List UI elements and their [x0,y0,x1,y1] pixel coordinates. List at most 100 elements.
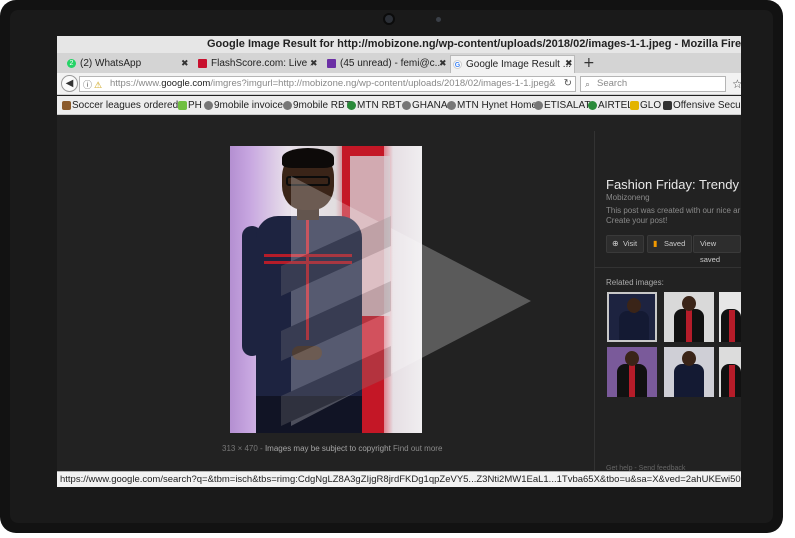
saved-button[interactable]: ▮ Saved [647,235,693,253]
bookmark-item[interactable]: PH [178,96,202,114]
result-site[interactable]: Mobizoneng [606,193,650,202]
bookmark-item[interactable]: 9mobile RBT [283,96,351,114]
url-path: /imgres?imgurl=http://mobizone.ng/wp-con… [210,78,556,89]
bookmark-item[interactable]: MTN RBT [347,96,401,114]
tab-label: (45 unread) - femi@c... [340,58,440,69]
bookmark-item[interactable]: GHANA [402,96,448,114]
tab-label: Google Image Result ... [466,59,572,70]
bookmark-item[interactable]: Soccer leagues ordered... [62,96,187,114]
warning-icon[interactable]: ⚠ [94,78,102,91]
globe-icon [534,101,543,110]
close-tab-icon[interactable]: ✖ [565,55,573,73]
url-bar[interactable]: ⓘ ⚠ https://www.google.com/imgres?imgurl… [79,76,576,92]
bookmark-label: 9mobile invoice [214,100,283,111]
bookmark-item[interactable]: MTN Hynet Home [447,96,538,114]
bookmark-label: ETISALAT [544,100,591,111]
globe-icon [447,101,456,110]
navigation-bar: ◀ ⓘ ⚠ https://www.google.com/imgres?imgu… [57,73,741,95]
search-input[interactable]: ⌕ Search [580,76,726,92]
search-placeholder: Search [597,78,628,89]
related-image-thumb[interactable] [719,292,741,342]
bookmark-star-icon[interactable]: ☆ [732,77,741,91]
panel-separator [594,267,741,268]
image-viewer: 313 × 470 - Images may be subject to cop… [57,116,741,472]
photo-hair [282,148,334,168]
bookmark-label: 9mobile RBT [293,100,351,111]
related-image-thumb[interactable] [664,347,714,397]
bookmark-icon: ▮ [653,239,658,248]
caption-separator: - [260,444,263,453]
photo-glasses [286,176,330,186]
front-camera [383,13,395,25]
bookmark-icon [630,101,639,110]
bookmark-item[interactable]: AIRTEL [588,96,633,114]
view-saved-button[interactable]: View saved [693,235,741,264]
related-images-label: Related images: [606,278,664,287]
find-out-more-link[interactable]: Find out more [393,444,442,453]
thumb-accent [729,365,735,397]
reload-icon[interactable]: ↻ [564,77,572,91]
browser-screen: Google Image Result for http://mobizone.… [57,36,741,487]
visit-label: Visit [623,239,638,248]
bookmarks-toolbar: Soccer leagues ordered... PH 9mobile inv… [57,96,741,115]
related-image-thumb[interactable] [607,292,657,342]
bookmark-label: MTN Hynet Home [457,100,538,111]
main-image[interactable] [230,146,422,433]
light-sensor [436,17,441,22]
related-image-thumb[interactable] [664,292,714,342]
panel-divider [594,131,595,471]
saved-label: Saved [664,239,686,248]
info-icon[interactable]: ⓘ [83,78,92,91]
google-icon: G [453,60,462,69]
bookmark-icon [62,101,71,110]
new-tab-icon[interactable]: + [583,55,595,71]
tab-bar: 2 (2) WhatsApp ✖ FlashScore.com: Live ..… [57,53,741,73]
close-tab-icon[interactable]: ✖ [439,55,447,73]
tab-google-image[interactable]: G Google Image Result ... [450,55,575,73]
back-button[interactable]: ◀ [61,75,78,92]
result-title[interactable]: Fashion Friday: Trendy [606,177,739,192]
bookmark-label: PH [188,100,202,111]
bookmark-label: Soccer leagues ordered... [72,100,187,111]
bookmark-label: GHANA [412,100,448,111]
result-description: This post was created with our nice ar C… [606,206,740,226]
related-image-thumb[interactable] [719,347,741,397]
related-image-thumb[interactable] [607,347,657,397]
close-tab-icon[interactable]: ✖ [310,55,318,73]
globe-icon [402,101,411,110]
tab-mail[interactable]: (45 unread) - femi@c... [325,55,440,73]
globe-icon: ⊕ [612,239,619,248]
bookmark-icon [588,101,597,110]
bookmark-label: Offensive Securit [673,100,741,111]
tablet-frame: Google Image Result for http://mobizone.… [0,0,783,533]
thumb-accent [729,310,735,342]
tab-flashscore[interactable]: FlashScore.com: Live ... [196,55,311,73]
bookmark-label: AIRTEL [598,100,633,111]
copyright-notice: Images may be subject to copyright [264,444,391,453]
bookmark-item[interactable]: GLO [630,96,662,114]
search-icon: ⌕ [585,79,591,89]
back-arrow-icon: ◀ [65,78,74,89]
bookmark-label: GLO [640,100,662,111]
description-line: Create your post! [606,216,668,225]
flashscore-icon [198,59,207,68]
thumb-body [619,311,649,340]
bookmark-icon [178,101,187,110]
tab-whatsapp[interactable]: 2 (2) WhatsApp [65,55,190,73]
thumb-accent [629,365,635,397]
bookmark-item[interactable]: ETISALAT [534,96,591,114]
url-prefix: https://www. [110,78,162,89]
photo-placket [306,220,309,340]
photo-trousers [256,396,362,433]
close-tab-icon[interactable]: ✖ [181,55,189,73]
visit-button[interactable]: ⊕ Visit [606,235,645,253]
thumb-head [682,351,696,366]
url-host: google.com [161,78,211,89]
globe-icon [204,101,213,110]
bookmark-icon [663,101,672,110]
thumb-head [627,298,641,313]
bookmark-item[interactable]: Offensive Securit [663,96,741,114]
mail-icon [327,59,336,68]
bookmark-item[interactable]: 9mobile invoice [204,96,283,114]
bookmark-icon [347,101,356,110]
